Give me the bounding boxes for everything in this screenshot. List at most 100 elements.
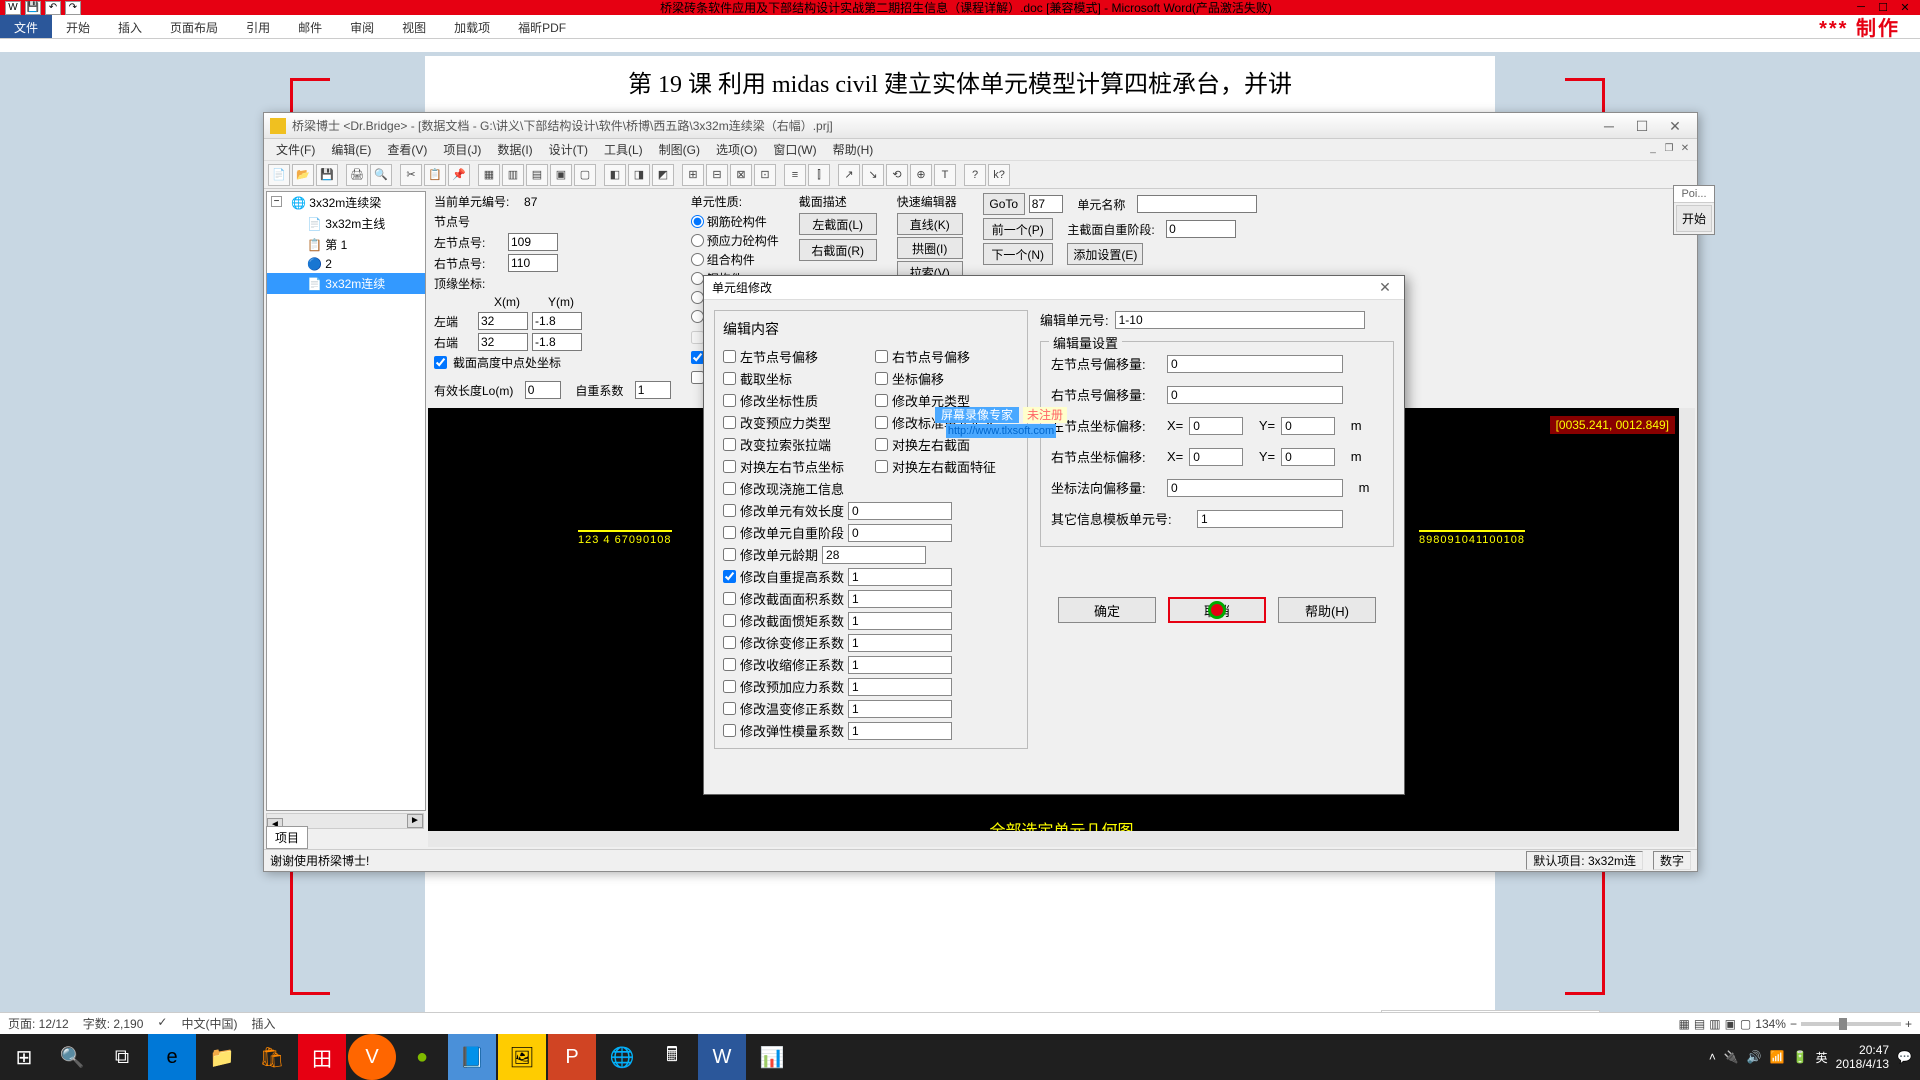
menu-edit[interactable]: 编辑(E) [323, 139, 379, 160]
main-sec-input[interactable] [1166, 220, 1236, 238]
tb-e2-icon[interactable]: ⫿ [808, 164, 830, 186]
save-icon[interactable]: 💾 [25, 1, 41, 15]
tb-explorer-icon[interactable]: 📁 [198, 1034, 246, 1080]
tree-panel[interactable]: − 🌐 3x32m连续梁 📄 3x32m主线 📋 第 1 🔵 2 📄 3x32m… [266, 191, 426, 811]
radio-comp[interactable] [691, 253, 704, 266]
left-node-input[interactable] [508, 233, 558, 251]
right-y-input[interactable] [532, 333, 582, 351]
tb-app3-icon[interactable]: ● [398, 1034, 446, 1080]
right-node-input[interactable] [508, 254, 558, 272]
radio-rc[interactable] [691, 215, 704, 228]
tb-d3-icon[interactable]: ⊠ [730, 164, 752, 186]
tb-app2-icon[interactable]: V [348, 1034, 396, 1080]
next-btn[interactable]: 下一个(N) [983, 243, 1053, 265]
bridge-max-icon[interactable]: ☐ [1626, 116, 1658, 136]
tb-ppt-icon[interactable]: P [548, 1034, 596, 1080]
tb-preview-icon[interactable]: 🔍 [370, 164, 392, 186]
tree-root[interactable]: 🌐 3x32m连续梁 [267, 192, 425, 213]
left-x-input[interactable] [478, 312, 528, 330]
chk-consider[interactable] [691, 371, 704, 384]
tab-view[interactable]: 视图 [388, 15, 440, 38]
val-3[interactable] [848, 568, 952, 586]
chk-v10[interactable] [723, 724, 736, 737]
status-spell-icon[interactable]: ✓ [157, 1015, 167, 1032]
goto-btn[interactable]: GoTo [983, 193, 1025, 215]
val-6[interactable] [848, 634, 952, 652]
mdi-restore-icon[interactable]: ❐ [1661, 143, 1677, 157]
tab-layout[interactable]: 页面布局 [156, 15, 232, 38]
bridge-close-icon[interactable]: ✕ [1659, 116, 1691, 136]
tb-c2-icon[interactable]: ◨ [628, 164, 650, 186]
radio-masonry[interactable] [691, 310, 704, 323]
tb-f1-icon[interactable]: ↗ [838, 164, 860, 186]
zoom-slider[interactable] [1801, 1022, 1901, 1026]
tb-app1-icon[interactable]: 田 [298, 1034, 346, 1080]
radio-cable[interactable] [691, 291, 704, 304]
tb-b5-icon[interactable]: ▢ [574, 164, 596, 186]
self-weight-input[interactable] [635, 381, 671, 399]
float-start-btn[interactable]: 开始 [1676, 205, 1712, 232]
chk-v3[interactable] [723, 570, 736, 583]
rx-input[interactable] [1189, 448, 1243, 466]
chk-cast[interactable] [691, 351, 704, 364]
tb-app4-icon[interactable]: 📘 [448, 1034, 496, 1080]
menu-draw[interactable]: 制图(G) [651, 139, 708, 160]
tb-f4-icon[interactable]: ⊕ [910, 164, 932, 186]
chk-l4[interactable] [723, 438, 736, 451]
chk-v2[interactable] [723, 548, 736, 561]
tray-vol-icon[interactable]: 🔊 [1747, 1050, 1762, 1064]
chk-v5[interactable] [723, 614, 736, 627]
ly-input[interactable] [1281, 417, 1335, 435]
tab-file[interactable]: 文件 [0, 15, 52, 38]
tree-expand-icon[interactable]: − [271, 196, 282, 207]
tree-tab[interactable]: 项目 [266, 826, 308, 849]
viewport-hscroll[interactable] [428, 831, 1679, 847]
menu-options[interactable]: 选项(O) [708, 139, 765, 160]
chk-v4[interactable] [723, 592, 736, 605]
tb-c1-icon[interactable]: ◧ [604, 164, 626, 186]
tb-taskview-icon[interactable]: ⧉ [98, 1034, 146, 1080]
tb-paste-icon[interactable]: 📌 [448, 164, 470, 186]
val-8[interactable] [848, 678, 952, 696]
val-7[interactable] [848, 656, 952, 674]
tray-clock[interactable]: 20:47 2018/4/13 [1836, 1043, 1889, 1072]
tree-item-1[interactable]: 📄 3x32m主线 [267, 213, 425, 234]
tab-insert[interactable]: 插入 [104, 15, 156, 38]
tray-notif-icon[interactable]: 💬 [1897, 1050, 1912, 1064]
tray-net-icon[interactable]: 📶 [1770, 1050, 1785, 1064]
right-off-input[interactable] [1167, 386, 1343, 404]
tb-search-icon[interactable]: 🔍 [48, 1034, 96, 1080]
tb-d2-icon[interactable]: ⊟ [706, 164, 728, 186]
val-2[interactable] [822, 546, 926, 564]
chk-v0[interactable] [723, 504, 736, 517]
chk-l2[interactable] [723, 394, 736, 407]
tb-app5-icon[interactable]: 🖼 [498, 1034, 546, 1080]
chk-r1[interactable] [875, 372, 888, 385]
menu-help[interactable]: 帮助(H) [825, 139, 882, 160]
eff-len-input[interactable] [525, 381, 561, 399]
menu-tools[interactable]: 工具(L) [596, 139, 651, 160]
menu-file[interactable]: 文件(F) [268, 139, 323, 160]
tb-b2-icon[interactable]: ▥ [502, 164, 524, 186]
val-4[interactable] [848, 590, 952, 608]
status-lang[interactable]: 中文(中国) [181, 1015, 237, 1032]
tree-item-2[interactable]: 📋 第 1 [267, 234, 425, 255]
tb-f5-icon[interactable]: T [934, 164, 956, 186]
scroll-right-icon[interactable]: ► [407, 814, 423, 828]
val-0[interactable] [848, 502, 952, 520]
goto-input[interactable] [1029, 195, 1063, 213]
view-outline-icon[interactable]: ▣ [1725, 1017, 1736, 1031]
start-button[interactable]: ⊞ [0, 1034, 48, 1080]
chk-l1[interactable] [723, 372, 736, 385]
chk-r4[interactable] [875, 438, 888, 451]
tb-save-icon[interactable]: 💾 [316, 164, 338, 186]
ok-button[interactable]: 确定 [1058, 597, 1156, 623]
tb-app7-icon[interactable]: 📊 [748, 1034, 796, 1080]
tab-addins[interactable]: 加载项 [440, 15, 504, 38]
mdi-min-icon[interactable]: _ [1645, 143, 1661, 157]
lx-input[interactable] [1189, 417, 1243, 435]
edit-unit-input[interactable] [1115, 311, 1365, 329]
chk-v1[interactable] [723, 526, 736, 539]
zoom-in-icon[interactable]: + [1905, 1017, 1912, 1031]
view-draft-icon[interactable]: ▢ [1740, 1017, 1751, 1031]
